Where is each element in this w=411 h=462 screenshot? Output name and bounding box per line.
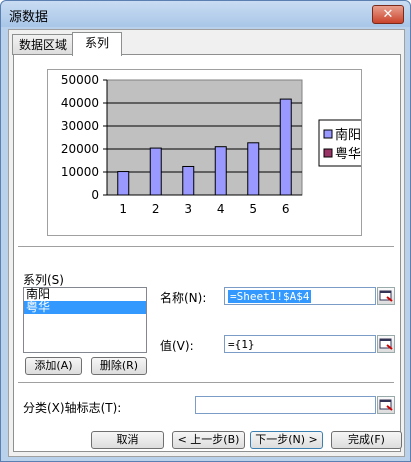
divider — [18, 382, 394, 384]
name-input[interactable]: =Sheet1!$A$4 — [224, 287, 376, 305]
tab-data-range[interactable]: 数据区域 — [12, 34, 74, 55]
name-ref-button[interactable] — [377, 287, 395, 305]
x-tick-label: 1 — [119, 202, 127, 216]
series-label: 系列(S) — [23, 273, 64, 287]
category-axis-label: 分类(X)轴标志(T): — [23, 401, 122, 415]
name-input-value: =Sheet1!$A$4 — [228, 290, 312, 303]
chart-preview: 0 10000 20000 30000 40000 50000 1 2 3 4 5 6 南阳粤华 — [47, 69, 370, 236]
x-tick-label: 6 — [282, 202, 290, 216]
bar — [117, 171, 130, 196]
x-tick-label: 5 — [249, 202, 257, 216]
remove-button[interactable]: 删除(R) — [91, 357, 147, 375]
legend-label: 粤华 — [335, 146, 361, 162]
value-label: 值(V): — [160, 339, 194, 353]
back-button[interactable]: < 上一步(B) — [172, 431, 245, 449]
collapse-dialog-icon — [379, 399, 393, 411]
window-title: 源数据 — [9, 10, 49, 25]
collapse-dialog-icon — [379, 338, 393, 350]
tab-series-label: 系列 — [84, 36, 109, 50]
next-button[interactable]: 下一步(N) > — [250, 431, 323, 449]
add-button[interactable]: 添加(A) — [25, 357, 82, 375]
series-tab-panel: 0 10000 20000 30000 40000 50000 1 2 3 4 5 6 南阳粤华 系列(… — [13, 54, 401, 452]
cancel-button[interactable]: 取消 — [91, 431, 164, 449]
y-tick-label: 0 — [91, 188, 99, 202]
chart-svg: 0 10000 20000 30000 40000 50000 1 2 3 4 5 6 南阳粤华 — [61, 73, 370, 216]
value-input[interactable]: ={1} — [224, 335, 376, 353]
value-ref-button[interactable] — [377, 335, 395, 353]
legend-swatch — [323, 148, 333, 158]
bar — [279, 98, 292, 196]
close-button[interactable]: ✕ — [372, 5, 404, 24]
x-tick-label: 2 — [152, 202, 160, 216]
bar — [214, 146, 227, 196]
close-icon: ✕ — [382, 7, 394, 22]
finish-button[interactable]: 完成(F) — [331, 431, 402, 449]
category-axis-ref-button[interactable] — [377, 396, 395, 414]
x-tick-label: 4 — [217, 202, 225, 216]
divider — [18, 246, 394, 248]
legend-swatch — [323, 129, 333, 139]
y-tick-label: 40000 — [61, 96, 99, 110]
title-bar[interactable]: 源数据 ✕ — [1, 1, 410, 27]
y-tick-label: 50000 — [61, 73, 99, 87]
legend-label: 南阳 — [335, 127, 361, 143]
collapse-dialog-icon — [379, 290, 393, 302]
category-axis-input[interactable] — [195, 396, 376, 414]
y-tick-label: 10000 — [61, 165, 99, 179]
dialog-window: 源数据 ✕ 数据区域 系列 0 10000 20000 30000 40000 50000… — [0, 0, 411, 462]
y-tick-label: 20000 — [61, 142, 99, 156]
series-list-item-selected[interactable]: 粤华 — [24, 301, 146, 314]
bar — [247, 142, 260, 196]
series-listbox[interactable]: 南阳 粤华 — [23, 287, 147, 353]
bar — [149, 147, 162, 196]
dialog-client: 数据区域 系列 0 10000 20000 30000 40000 50000 1 2 3 4 5 6… — [8, 29, 405, 457]
tab-series[interactable]: 系列 — [72, 32, 122, 56]
plot-area — [106, 79, 303, 196]
bar — [182, 165, 195, 196]
y-tick-label: 30000 — [61, 119, 99, 133]
x-tick-label: 3 — [184, 202, 192, 216]
tab-data-range-label: 数据区域 — [18, 38, 67, 52]
name-label: 名称(N): — [160, 291, 207, 305]
